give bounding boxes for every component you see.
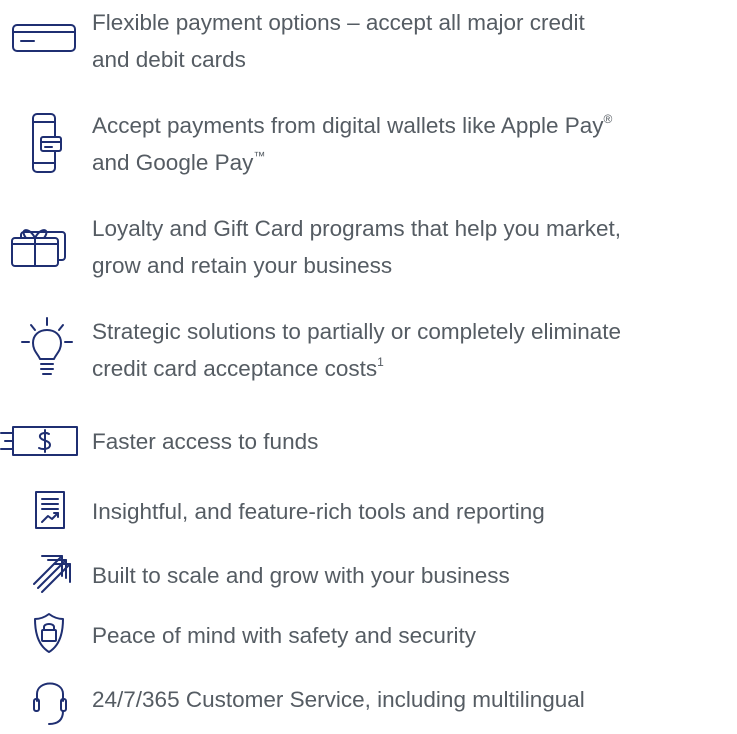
lightbulb-icon: [20, 317, 74, 377]
feature-text: Insightful, and feature-rich tools and r…: [92, 493, 735, 530]
feature-text: Loyalty and Gift Card programs that help…: [92, 210, 735, 284]
credit-card-icon: [12, 24, 76, 52]
feature-text-line-1: Accept payments from digital wallets lik…: [92, 107, 735, 144]
feature-text-line-1: Loyalty and Gift Card programs that help…: [92, 216, 622, 241]
feature-text-line-2-main: credit card acceptance costs: [92, 356, 378, 381]
feature-text-line-1: Built to scale and grow with your busine…: [92, 563, 510, 588]
feature-text-line-1: Strategic solutions to partially or comp…: [92, 319, 621, 344]
feature-list: Flexible payment options – accept all ma…: [0, 0, 737, 734]
feature-text: Accept payments from digital wallets lik…: [92, 107, 735, 181]
report-icon: [35, 491, 65, 529]
feature-text: Strategic solutions to partially or comp…: [92, 313, 735, 387]
dollar-bill-icon: [0, 426, 80, 456]
feature-text-line-1-main: Accept payments from digital wallets lik…: [92, 113, 604, 138]
headset-icon: [33, 677, 67, 725]
trademark-mark: ™: [253, 148, 266, 163]
feature-text-line-2: and Google Pay™: [92, 144, 735, 181]
feature-text-line-1: Insightful, and feature-rich tools and r…: [92, 499, 545, 524]
scale-growth-icon: [32, 554, 72, 594]
feature-text: Built to scale and grow with your busine…: [92, 557, 735, 594]
feature-text-line-1: Faster access to funds: [92, 429, 319, 454]
footnote-marker: 1: [377, 354, 384, 369]
mobile-wallet-icon: [32, 113, 62, 173]
security-shield-icon: [34, 613, 64, 653]
feature-text: Flexible payment options – accept all ma…: [92, 4, 735, 78]
feature-text: Peace of mind with safety and security: [92, 617, 735, 654]
feature-text-line-2: and debit cards: [92, 47, 246, 72]
feature-text-line-1: 24/7/365 Customer Service, including mul…: [92, 687, 585, 712]
feature-text-line-2-main: and Google Pay: [92, 150, 254, 175]
registered-mark: ®: [603, 111, 613, 126]
feature-text-line-1: Flexible payment options – accept all ma…: [92, 10, 585, 35]
feature-text: 24/7/365 Customer Service, including mul…: [92, 681, 735, 718]
feature-text-line-2: credit card acceptance costs1: [92, 350, 735, 387]
feature-text: Faster access to funds: [92, 423, 735, 460]
feature-text-line-2: grow and retain your business: [92, 253, 393, 278]
feature-text-line-1: Peace of mind with safety and security: [92, 623, 476, 648]
gift-card-icon: [10, 218, 66, 266]
